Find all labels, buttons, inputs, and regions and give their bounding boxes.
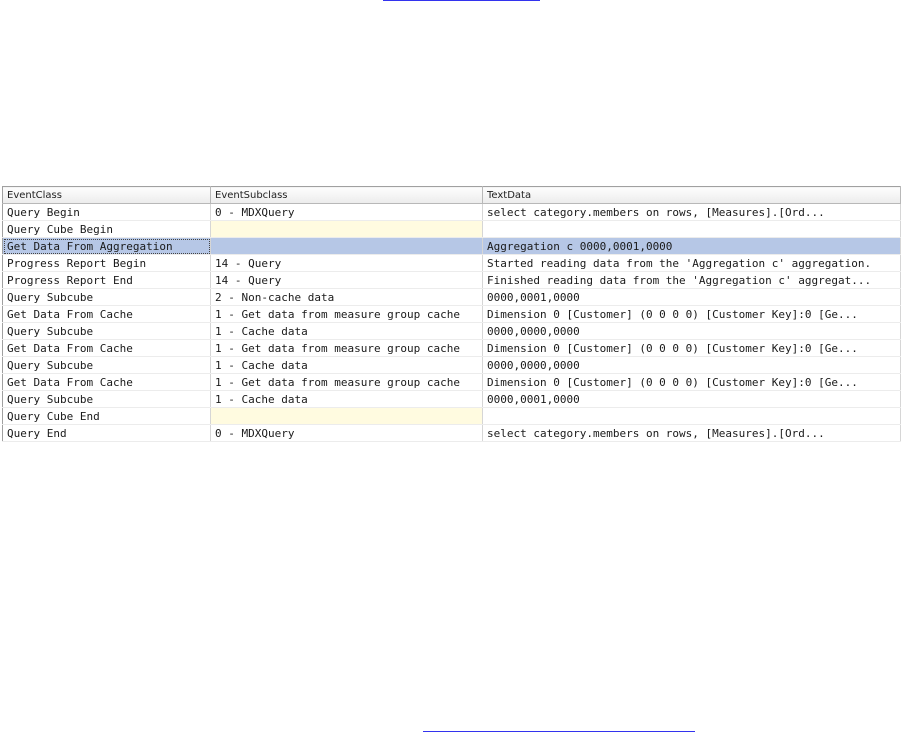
text-data-cell: Aggregation c 0000,0001,0000 — [482, 237, 901, 255]
column-header-eventsubclass[interactable]: EventSubclass — [210, 186, 483, 204]
event-class-cell: Get Data From Cache — [2, 339, 211, 357]
table-row[interactable]: Query Begin 0 - MDXQuery select category… — [2, 203, 901, 221]
event-class-cell: Query Cube Begin — [2, 220, 211, 238]
event-subclass-cell: 1 - Cache data — [210, 390, 483, 408]
event-class-cell: Progress Report End — [2, 271, 211, 289]
event-subclass-cell: 1 - Get data from measure group cache — [210, 339, 483, 357]
table-row[interactable]: Get Data From Cache 1 - Get data from me… — [2, 339, 901, 357]
text-data-cell: Dimension 0 [Customer] (0 0 0 0) [Custom… — [482, 373, 901, 391]
text-data-cell: Dimension 0 [Customer] (0 0 0 0) [Custom… — [482, 305, 901, 323]
event-subclass-cell: 1 - Get data from measure group cache — [210, 305, 483, 323]
table-row[interactable]: Query Subcube 2 - Non-cache data 0000,00… — [2, 288, 901, 306]
table-row[interactable]: Progress Report Begin 14 - Query Started… — [2, 254, 901, 272]
event-subclass-cell: 0 - MDXQuery — [210, 424, 483, 442]
event-class-cell: Query Subcube — [2, 356, 211, 374]
trace-events-grid: EventClass EventSubclass TextData Query … — [2, 186, 901, 442]
event-class-cell: Query Begin — [2, 203, 211, 221]
text-data-cell: select category.members on rows, [Measur… — [482, 203, 901, 221]
event-class-cell: Get Data From Cache — [2, 305, 211, 323]
table-row[interactable]: Query Subcube 1 - Cache data 0000,0001,0… — [2, 390, 901, 408]
event-subclass-cell: 1 - Cache data — [210, 322, 483, 340]
event-subclass-cell — [210, 220, 483, 238]
table-row[interactable]: Progress Report End 14 - Query Finished … — [2, 271, 901, 289]
text-data-cell: Dimension 0 [Customer] (0 0 0 0) [Custom… — [482, 339, 901, 357]
event-subclass-cell: 14 - Query — [210, 271, 483, 289]
table-row[interactable]: Query Subcube 1 - Cache data 0000,0000,0… — [2, 322, 901, 340]
hyperlink-underline-top[interactable] — [383, 0, 540, 1]
event-subclass-cell — [210, 237, 483, 255]
event-class-cell: Query Subcube — [2, 322, 211, 340]
table-row[interactable]: Query Cube Begin — [2, 220, 901, 238]
text-data-cell: 0000,0000,0000 — [482, 356, 901, 374]
event-class-cell: Query Subcube — [2, 288, 211, 306]
event-subclass-cell: 14 - Query — [210, 254, 483, 272]
event-subclass-cell — [210, 407, 483, 425]
event-subclass-cell: 1 - Cache data — [210, 356, 483, 374]
table-row[interactable]: Get Data From Cache 1 - Get data from me… — [2, 373, 901, 391]
event-class-cell: Query Subcube — [2, 390, 211, 408]
table-row-selected[interactable]: Get Data From Aggregation Aggregation c … — [2, 237, 901, 255]
table-row[interactable]: Query Cube End — [2, 407, 901, 425]
text-data-cell: 0000,0001,0000 — [482, 288, 901, 306]
event-class-cell: Progress Report Begin — [2, 254, 211, 272]
text-data-cell — [482, 220, 901, 238]
event-subclass-cell: 2 - Non-cache data — [210, 288, 483, 306]
text-data-cell — [482, 407, 901, 425]
text-data-cell: select category.members on rows, [Measur… — [482, 424, 901, 442]
column-header-textdata[interactable]: TextData — [482, 186, 901, 204]
text-data-cell: Started reading data from the 'Aggregati… — [482, 254, 901, 272]
event-subclass-cell: 0 - MDXQuery — [210, 203, 483, 221]
event-class-cell: Get Data From Aggregation — [2, 237, 211, 255]
hyperlink-underline-bottom[interactable] — [423, 731, 695, 732]
table-row[interactable]: Query End 0 - MDXQuery select category.m… — [2, 424, 901, 442]
event-subclass-cell: 1 - Get data from measure group cache — [210, 373, 483, 391]
text-data-cell: 0000,0000,0000 — [482, 322, 901, 340]
event-class-cell: Query End — [2, 424, 211, 442]
text-data-cell: Finished reading data from the 'Aggregat… — [482, 271, 901, 289]
event-class-cell: Query Cube End — [2, 407, 211, 425]
table-row[interactable]: Query Subcube 1 - Cache data 0000,0000,0… — [2, 356, 901, 374]
text-data-cell: 0000,0001,0000 — [482, 390, 901, 408]
column-header-eventclass[interactable]: EventClass — [2, 186, 211, 204]
grid-header-row: EventClass EventSubclass TextData — [2, 186, 901, 204]
table-row[interactable]: Get Data From Cache 1 - Get data from me… — [2, 305, 901, 323]
event-class-cell: Get Data From Cache — [2, 373, 211, 391]
